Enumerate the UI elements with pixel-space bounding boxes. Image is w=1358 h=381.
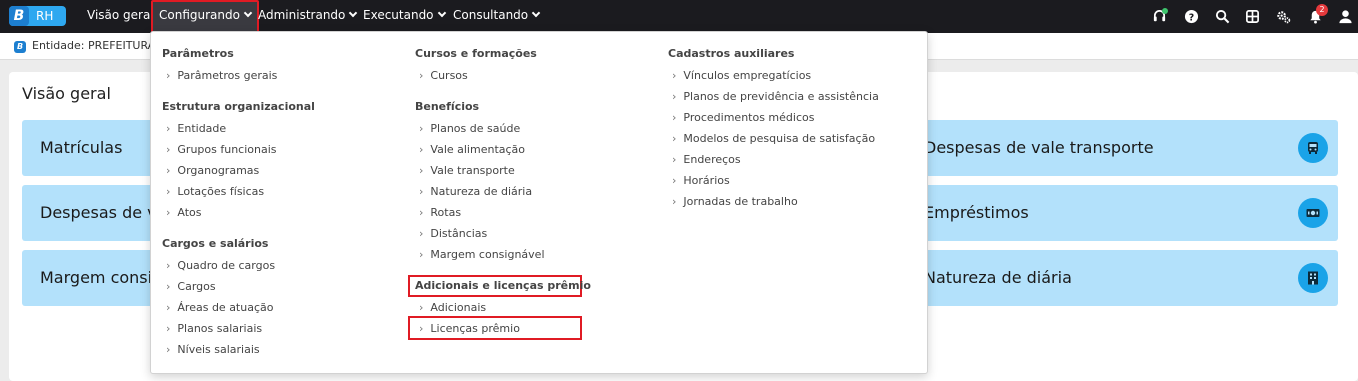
card-label: Matrículas: [40, 138, 123, 157]
svg-text:?: ?: [1189, 12, 1194, 23]
card-despesas-vale-transporte[interactable]: Despesas de vale transporte: [900, 120, 1338, 176]
nav-executando[interactable]: Executando: [363, 0, 446, 33]
card-label: Margem consig: [40, 268, 163, 287]
app-logo[interactable]: B RH: [9, 6, 66, 26]
card-emprestimos[interactable]: Empréstimos: [900, 185, 1338, 241]
menu-item-distancias[interactable]: Distâncias: [419, 227, 487, 240]
menu-item-vale-alimentacao[interactable]: Vale alimentação: [419, 143, 525, 156]
online-status-dot: [1162, 8, 1168, 14]
section-title-cargos: Cargos e salários: [162, 237, 269, 250]
menu-item-planos-salariais[interactable]: Planos salariais: [166, 322, 262, 335]
page-title: Visão geral: [22, 84, 111, 103]
logo-letter: B: [9, 6, 29, 26]
menu-item-parametros-gerais[interactable]: Parâmetros gerais: [166, 69, 277, 82]
menu-item-rotas[interactable]: Rotas: [419, 206, 461, 219]
chevron-down-icon: [349, 8, 358, 18]
section-title-cursos: Cursos e formações: [415, 47, 537, 60]
menu-item-modelos-de-pesquisa[interactable]: Modelos de pesquisa de satisfação: [672, 132, 875, 145]
bus-icon: [1298, 133, 1328, 163]
menu-item-niveis-salariais[interactable]: Níveis salariais: [166, 343, 259, 356]
nav-label: Visão geral: [87, 8, 154, 22]
section-title-cadastros-auxiliares: Cadastros auxiliares: [668, 47, 795, 60]
search-icon[interactable]: [1215, 9, 1230, 24]
menu-item-planos-de-previdencia[interactable]: Planos de previdência e assistência: [672, 90, 878, 103]
nav-consultando[interactable]: Consultando: [453, 0, 541, 33]
nav-configurando[interactable]: Configurando: [151, 0, 259, 33]
menu-item-natureza-de-diaria[interactable]: Natureza de diária: [419, 185, 532, 198]
menu-item-licencas-premio[interactable]: Licenças prêmio: [419, 322, 520, 335]
top-navigation-bar: B RH Visão geral Configurando Administra…: [0, 0, 1358, 33]
nav-label: Consultando: [453, 8, 529, 22]
settings-gears-icon[interactable]: [1276, 9, 1291, 24]
menu-item-cursos[interactable]: Cursos: [419, 69, 467, 82]
entity-label[interactable]: Entidade: PREFEITURA D: [32, 39, 167, 52]
menu-item-lotacoes-fisicas[interactable]: Lotações físicas: [166, 185, 264, 198]
card-natureza-diaria[interactable]: Natureza de diária: [900, 250, 1338, 306]
logo-text: RH: [36, 9, 54, 23]
menu-item-enderecos[interactable]: Endereços: [672, 153, 740, 166]
menu-item-quadro-de-cargos[interactable]: Quadro de cargos: [166, 259, 275, 272]
menu-item-entidade[interactable]: Entidade: [166, 122, 226, 135]
section-title-beneficios: Benefícios: [415, 100, 480, 113]
section-title-estrutura: Estrutura organizacional: [162, 100, 315, 113]
notification-badge: 2: [1316, 4, 1328, 16]
entity-icon: B: [14, 41, 26, 53]
nav-label: Administrando: [258, 8, 346, 22]
chevron-down-icon: [531, 8, 541, 18]
apps-grid-icon[interactable]: [1245, 9, 1260, 24]
menu-item-horarios[interactable]: Horários: [672, 174, 729, 187]
nav-label: Executando: [363, 8, 434, 22]
chevron-down-icon: [437, 8, 446, 18]
menu-item-jornadas-de-trabalho[interactable]: Jornadas de trabalho: [672, 195, 797, 208]
building-icon: [1298, 263, 1328, 293]
menu-item-organogramas[interactable]: Organogramas: [166, 164, 259, 177]
nav-label: Configurando: [159, 8, 240, 22]
section-title-parametros: Parâmetros: [162, 47, 234, 60]
menu-item-cargos[interactable]: Cargos: [166, 280, 215, 293]
help-icon[interactable]: ?: [1184, 9, 1199, 24]
nav-visao-geral[interactable]: Visão geral: [87, 0, 154, 33]
menu-item-areas-de-atuacao[interactable]: Áreas de atuação: [166, 301, 273, 314]
chevron-down-icon: [243, 8, 253, 18]
menu-item-vale-transporte[interactable]: Vale transporte: [419, 164, 514, 177]
card-label: Despesas de vale transporte: [924, 138, 1154, 157]
menu-item-planos-de-saude[interactable]: Planos de saúde: [419, 122, 520, 135]
menu-item-atos[interactable]: Atos: [166, 206, 201, 219]
section-title-adicionais: Adicionais e licenças prêmio: [415, 279, 591, 292]
menu-item-procedimentos-medicos[interactable]: Procedimentos médicos: [672, 111, 814, 124]
menu-item-margem-consignavel[interactable]: Margem consignável: [419, 248, 544, 261]
user-icon[interactable]: [1338, 9, 1353, 24]
nav-administrando[interactable]: Administrando: [258, 0, 358, 33]
menu-item-grupos-funcionais[interactable]: Grupos funcionais: [166, 143, 276, 156]
menu-item-adicionais[interactable]: Adicionais: [419, 301, 486, 314]
card-label: Empréstimos: [924, 203, 1029, 222]
card-label: Natureza de diária: [924, 268, 1072, 287]
menu-item-vinculos-empregaticios[interactable]: Vínculos empregatícios: [672, 69, 811, 82]
money-icon: [1298, 198, 1328, 228]
